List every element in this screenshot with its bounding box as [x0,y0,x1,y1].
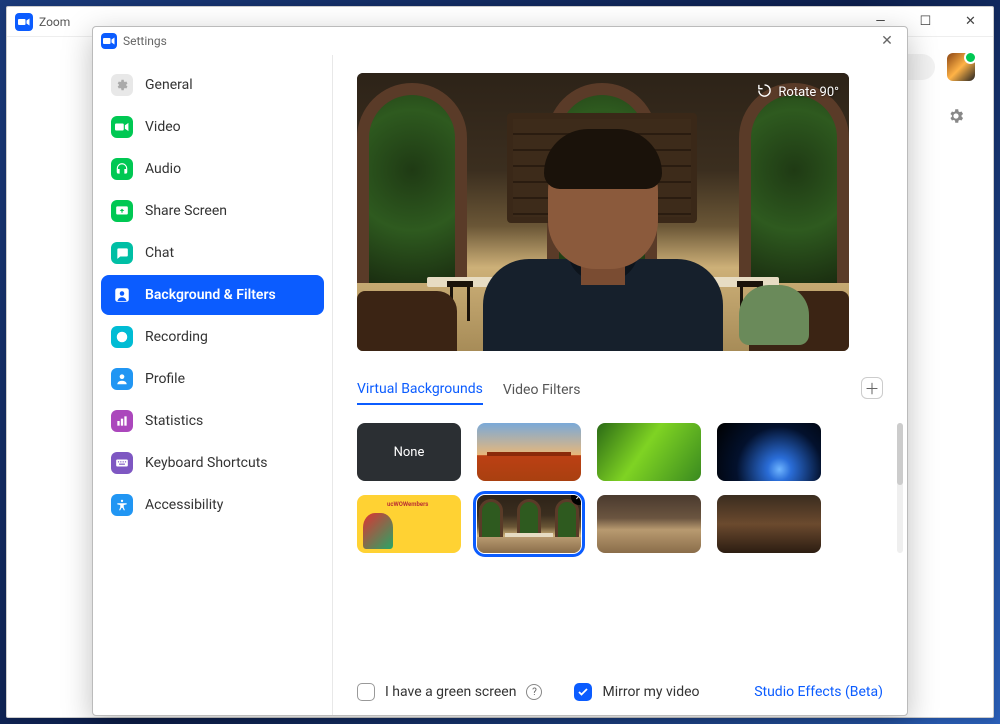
help-icon[interactable]: ? [526,684,542,700]
rotate-90-button[interactable]: Rotate 90° [757,83,839,102]
green-screen-label: I have a green screen [385,684,516,700]
sidebar-item-label: Background & Filters [145,287,276,303]
settings-titlebar: Settings ✕ [93,27,907,55]
main-window-title: Zoom [39,15,70,29]
thumbnails-scrollbar[interactable] [897,423,903,553]
background-thumb-space[interactable] [717,423,821,481]
settings-content: Rotate 90° Virtual Backgrounds Video Fil… [333,55,907,715]
rotate-icon [757,83,772,102]
user-avatar[interactable] [947,53,975,81]
sidebar-item-keyboard-shortcuts[interactable]: Keyboard Shortcuts [101,443,324,483]
sidebar-item-label: Audio [145,161,181,177]
backgrounds-grid: None ✕ [357,423,883,553]
studio-effects-link[interactable]: Studio Effects (Beta) [754,684,883,700]
maximize-button[interactable]: ☐ [903,7,948,37]
background-thumb-cafe-selected[interactable]: ✕ [477,495,581,553]
chat-icon [111,242,133,264]
share-screen-icon [111,200,133,222]
green-screen-checkbox[interactable] [357,683,375,701]
gear-icon [111,74,133,96]
sidebar-item-label: General [145,77,193,93]
zoom-logo-icon [15,13,33,31]
tab-video-filters[interactable]: Video Filters [503,382,581,404]
backgrounds-grid-wrap: None ✕ [357,423,883,553]
sidebar-item-label: Keyboard Shortcuts [145,455,268,471]
background-thumb-promo[interactable] [357,495,461,553]
close-button[interactable]: ✕ [948,7,993,37]
sidebar-item-label: Chat [145,245,174,261]
settings-sidebar: General Video Audio Share Screen [93,55,333,715]
none-label: None [394,445,425,460]
sidebar-item-label: Profile [145,371,185,387]
sidebar-item-label: Video [145,119,181,135]
video-icon [111,116,133,138]
mirror-video-checkbox[interactable] [574,683,592,701]
add-background-button[interactable]: ＋ [861,377,883,399]
settings-title: Settings [123,34,167,48]
record-icon [111,326,133,348]
background-thumb-loft[interactable] [597,495,701,553]
video-preview: Rotate 90° [357,73,849,351]
gear-icon[interactable] [947,107,965,129]
settings-window: Settings ✕ General Video Audio [92,26,908,716]
sidebar-item-video[interactable]: Video [101,107,324,147]
settings-close-button[interactable]: ✕ [873,29,901,53]
accessibility-icon [111,494,133,516]
sidebar-item-label: Share Screen [145,203,227,219]
rotate-label: Rotate 90° [778,85,839,100]
background-thumb-bridge[interactable] [477,423,581,481]
background-icon [111,284,133,306]
mirror-video-label: Mirror my video [602,684,699,700]
background-thumb-grass[interactable] [597,423,701,481]
sidebar-item-chat[interactable]: Chat [101,233,324,273]
statistics-icon [111,410,133,432]
footer-bar: I have a green screen ? Mirror my video … [357,675,883,701]
profile-icon [111,368,133,390]
sidebar-item-share-screen[interactable]: Share Screen [101,191,324,231]
user-video-silhouette [483,121,723,351]
background-tabs: Virtual Backgrounds Video Filters ＋ [357,381,883,405]
sidebar-item-background-filters[interactable]: Background & Filters [101,275,324,315]
settings-body: General Video Audio Share Screen [93,55,907,715]
keyboard-icon [111,452,133,474]
sidebar-item-label: Accessibility [145,497,223,513]
background-thumb-restaurant[interactable] [717,495,821,553]
zoom-logo-icon [101,33,117,49]
sidebar-item-statistics[interactable]: Statistics [101,401,324,441]
sidebar-item-label: Statistics [145,413,203,429]
headphones-icon [111,158,133,180]
sidebar-item-label: Recording [145,329,208,345]
sidebar-item-recording[interactable]: Recording [101,317,324,357]
tab-virtual-backgrounds[interactable]: Virtual Backgrounds [357,381,483,405]
sidebar-item-audio[interactable]: Audio [101,149,324,189]
sidebar-item-general[interactable]: General [101,65,324,105]
sidebar-item-accessibility[interactable]: Accessibility [101,485,324,525]
sidebar-item-profile[interactable]: Profile [101,359,324,399]
background-thumb-none[interactable]: None [357,423,461,481]
